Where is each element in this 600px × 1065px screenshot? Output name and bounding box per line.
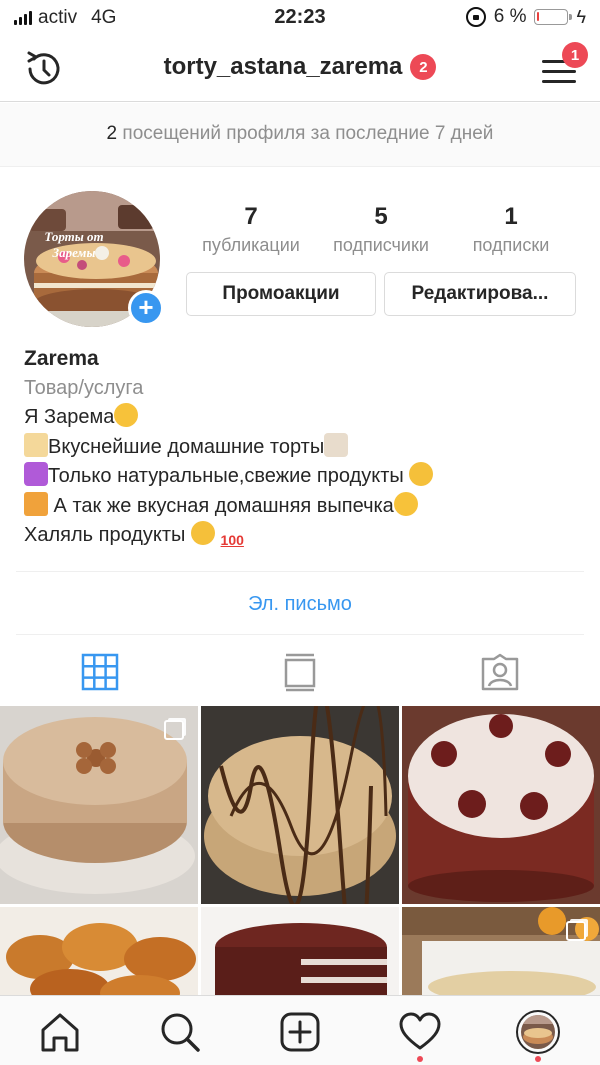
feed-icon[interactable] — [280, 652, 320, 692]
visits-text: посещений профиля за последние 7 дней — [117, 123, 494, 144]
add-story-plus-icon[interactable]: + — [128, 290, 164, 326]
ok-hand-emoji-icon — [409, 462, 434, 486]
ok-hand-emoji-icon — [190, 521, 215, 545]
avatar-text-line2: Заремы — [52, 245, 96, 260]
username-title: torty_astana_zarema — [163, 53, 403, 80]
profile-category: Товар/услуга — [24, 376, 144, 399]
profile-visits-banner[interactable]: 2 посещений профиля за последние 7 дней — [0, 103, 600, 167]
pizza-emoji-icon — [24, 491, 48, 516]
birthday-cake-emoji-icon — [324, 432, 349, 457]
posts-grid — [0, 706, 600, 996]
following-count: 1 — [504, 203, 518, 230]
rotation-lock-icon — [465, 7, 486, 27]
post-thumbnail[interactable] — [201, 706, 399, 904]
profile-notification-dot — [535, 1056, 541, 1062]
multiple-photos-icon — [566, 921, 586, 941]
visits-count: 2 — [106, 123, 118, 144]
following-label: подписки — [472, 235, 550, 255]
profile-stats: 7 публикации 5 подписчики 1 подписки — [186, 203, 576, 256]
status-bar: activ 4G 22:23 6 % ϟ — [0, 0, 600, 36]
followers-label: подписчики — [333, 235, 429, 255]
email-button[interactable]: Эл. письмо — [16, 571, 584, 635]
hugging-face-emoji-icon — [393, 491, 418, 516]
bio-line: Я Зарема — [24, 403, 584, 433]
activity-notification-dot — [417, 1056, 423, 1062]
posts-label: публикации — [202, 235, 300, 255]
search-icon[interactable] — [158, 1010, 202, 1054]
bio-line: Халяль продукты 100 — [24, 521, 584, 551]
charging-icon: ϟ — [576, 6, 586, 27]
battery-percent: 6 % — [493, 6, 527, 27]
bio-line: Вкуснейшие домашние торты — [24, 432, 584, 463]
bottom-navigation — [0, 995, 600, 1065]
grid-icon[interactable] — [80, 652, 120, 692]
profile-header: torty_astana_zarema 2 1 — [0, 36, 600, 102]
heart-icon[interactable] — [398, 1010, 442, 1054]
stat-posts[interactable]: 7 публикации — [186, 203, 316, 256]
cake-slice-emoji-icon — [24, 432, 48, 457]
followers-count: 5 — [374, 203, 388, 230]
menu-notification-badge: 1 — [562, 42, 588, 68]
post-thumbnail[interactable] — [402, 907, 600, 996]
edit-profile-button[interactable]: Редактирова... — [384, 272, 576, 316]
post-thumbnail[interactable] — [201, 907, 399, 996]
avatar-text-line1: Торты от — [44, 229, 103, 244]
profile-tabs — [0, 636, 600, 706]
post-thumbnail[interactable] — [402, 706, 600, 904]
heart-emoji-icon — [24, 462, 48, 486]
profile-bio: Zarema Товар/услуга Я Зарема Вкуснейшие … — [24, 344, 584, 551]
add-post-icon[interactable] — [278, 1010, 322, 1054]
stat-followers[interactable]: 5 подписчики — [316, 203, 446, 256]
hamburger-menu-icon[interactable]: 1 — [542, 42, 588, 88]
hugging-face-emoji-icon — [114, 403, 139, 427]
promotions-button[interactable]: Промоакции — [186, 272, 376, 316]
battery-icon — [534, 9, 573, 25]
multiple-photos-icon — [164, 720, 184, 740]
bio-line: А так же вкусная домашняя выпечка — [24, 491, 584, 522]
account-switcher[interactable]: torty_astana_zarema 2 — [164, 53, 437, 81]
bio-line: Только натуральные,свежие продукты — [24, 462, 584, 492]
stat-following[interactable]: 1 подписки — [446, 203, 576, 256]
post-thumbnail[interactable] — [0, 706, 198, 904]
home-icon[interactable] — [38, 1010, 82, 1054]
tagged-icon[interactable] — [480, 652, 520, 692]
post-thumbnail[interactable] — [0, 907, 198, 996]
profile-name: Zarema — [24, 347, 99, 370]
profile-icon[interactable] — [516, 1010, 560, 1054]
hundred-points-emoji-icon: 100 — [220, 526, 249, 550]
account-notification-badge: 2 — [410, 54, 437, 80]
posts-count: 7 — [244, 203, 258, 230]
